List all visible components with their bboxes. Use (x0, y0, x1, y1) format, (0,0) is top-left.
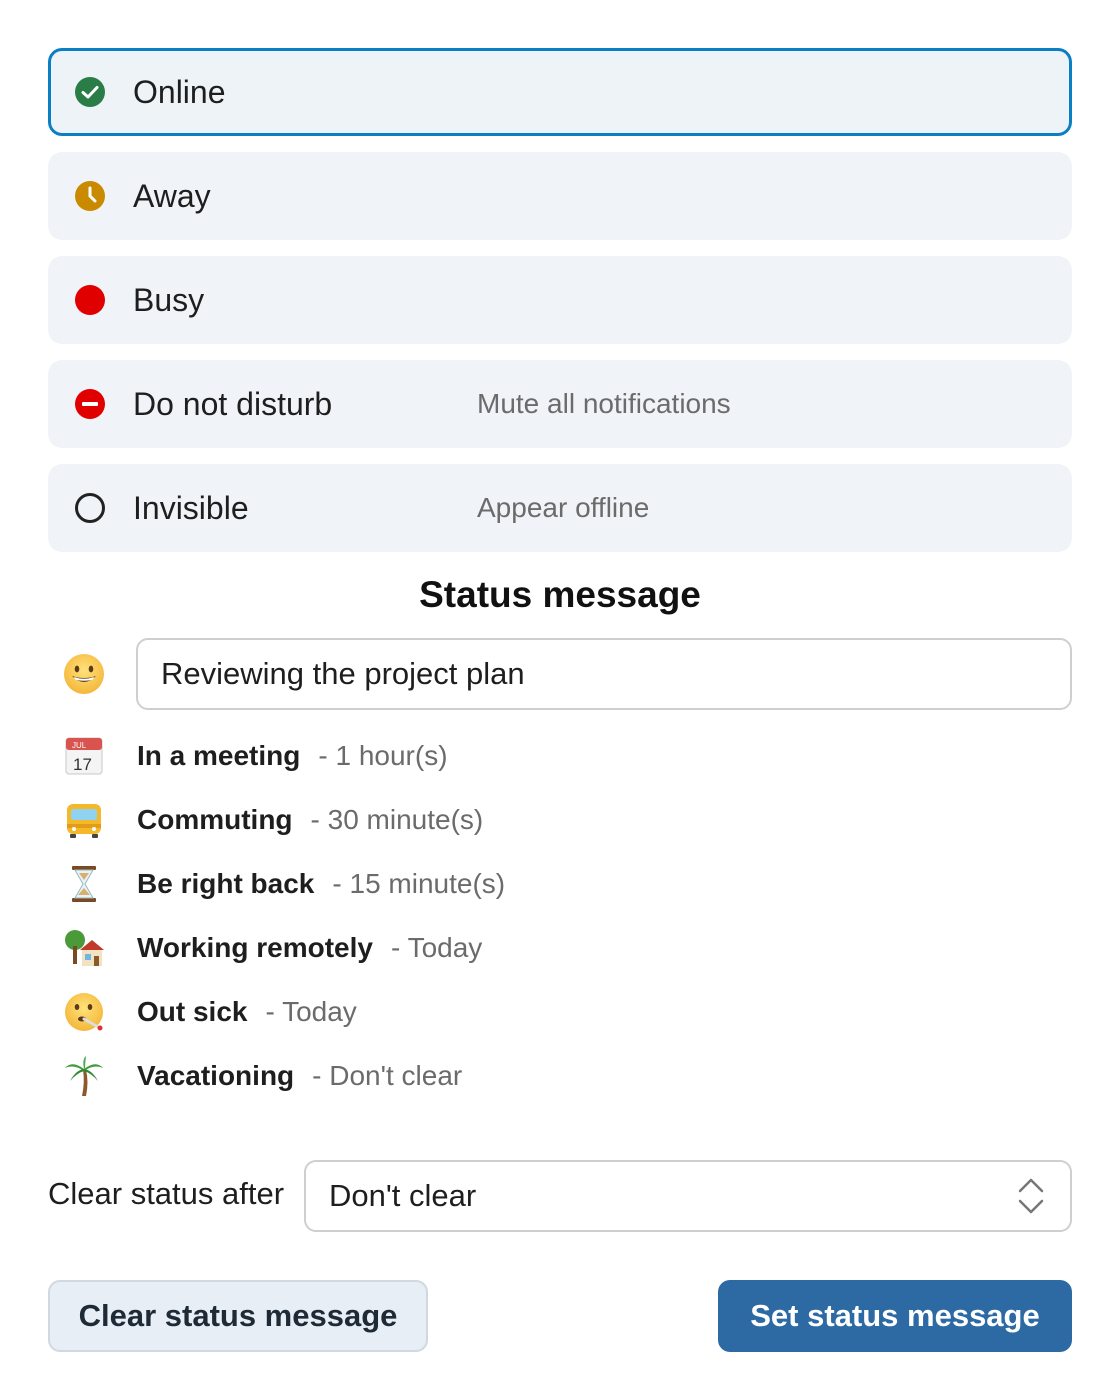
clear-status-message-button[interactable]: Clear status message (48, 1280, 428, 1352)
status-label: Online (133, 73, 226, 110)
check-circle-icon (74, 76, 106, 108)
svg-text:17: 17 (73, 755, 92, 774)
clear-status-after-select[interactable]: Don't clear (304, 1160, 1072, 1232)
preset-duration: - 15 minute(s) (332, 868, 506, 899)
status-message-input[interactable] (136, 638, 1072, 710)
svg-text:JUL: JUL (72, 741, 87, 750)
preset-duration: - 1 hour(s) (318, 740, 448, 771)
status-option-invisible[interactable]: Invisible Appear offline (48, 464, 1072, 552)
house-with-tree-icon (60, 924, 108, 972)
preset-duration: - 30 minute(s) (310, 804, 484, 835)
status-label: Away (133, 177, 211, 214)
preset-name: Out sick (137, 996, 248, 1027)
preset-duration: - Today (265, 996, 357, 1027)
clock-icon (74, 180, 106, 212)
status-label: Do not disturb (133, 385, 333, 422)
preset-vacationing[interactable]: Vacationing - Don't clear (56, 1048, 756, 1104)
preset-be-right-back[interactable]: Be right back - 15 minute(s) (56, 856, 756, 912)
empty-circle-icon (74, 492, 106, 524)
status-label: Busy (133, 281, 205, 318)
status-option-busy[interactable]: Busy (48, 256, 1072, 344)
set-status-message-button[interactable]: Set status message (718, 1280, 1072, 1352)
palm-tree-icon (60, 1052, 108, 1100)
preset-in-a-meeting[interactable]: JUL 17 In a meeting - 1 hour(s) (56, 728, 756, 784)
preset-name: Be right back (137, 868, 315, 899)
minus-circle-icon (74, 388, 106, 420)
preset-name: Commuting (137, 804, 293, 835)
preset-name: Working remotely (137, 932, 373, 963)
status-description: Mute all notifications (477, 388, 731, 419)
calendar-icon: JUL 17 (60, 732, 108, 780)
preset-working-remotely[interactable]: Working remotely - Today (56, 920, 756, 976)
preset-duration: - Today (390, 932, 483, 963)
clear-status-after-value: Don't clear (329, 1178, 477, 1213)
preset-name: In a meeting (137, 740, 301, 771)
preset-duration: - Don't clear (312, 1060, 463, 1091)
status-option-online[interactable]: Online (48, 48, 1072, 136)
face-with-thermometer-icon (60, 988, 108, 1036)
preset-out-sick[interactable]: Out sick - Today (56, 984, 756, 1040)
preset-commuting[interactable]: Commuting - 30 minute(s) (56, 792, 756, 848)
status-message-heading: Status message (419, 574, 701, 615)
status-description: Appear offline (477, 492, 650, 523)
hourglass-icon (60, 860, 108, 908)
grinning-face-emoji-icon[interactable] (62, 652, 106, 696)
clear-status-after-label: Clear status after (48, 1176, 285, 1211)
status-label: Invisible (133, 489, 249, 526)
status-option-do-not-disturb[interactable]: Do not disturb Mute all notifications (48, 360, 1072, 448)
bus-icon (60, 796, 108, 844)
preset-name: Vacationing (137, 1060, 295, 1091)
red-dot-icon (74, 284, 106, 316)
chevron-up-down-icon (1016, 1174, 1046, 1218)
status-option-away[interactable]: Away (48, 152, 1072, 240)
